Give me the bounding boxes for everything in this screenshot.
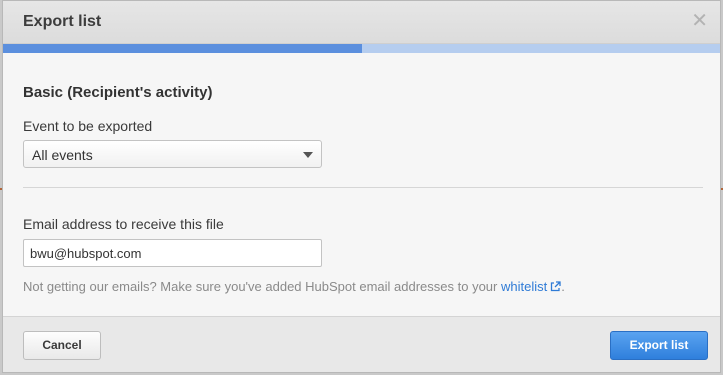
section-heading: Basic (Recipient's activity) xyxy=(23,84,213,101)
dialog-footer: Cancel Export list xyxy=(3,316,720,372)
progress-fill xyxy=(3,44,362,53)
chevron-down-icon xyxy=(303,152,313,158)
event-label: Event to be exported xyxy=(23,118,153,134)
divider xyxy=(23,187,703,188)
note-end: . xyxy=(561,279,565,294)
email-field[interactable] xyxy=(23,239,322,267)
external-link-icon xyxy=(550,280,561,295)
export-dialog: Export list ✕ Basic (Recipient's activit… xyxy=(2,0,721,373)
dialog-header: Export list ✕ xyxy=(3,1,720,44)
whitelist-link-label: whitelist xyxy=(500,279,548,294)
dialog-title: Export list xyxy=(23,13,102,30)
event-select-value: All events xyxy=(32,147,93,163)
note-text: Not getting our emails? Make sure you've… xyxy=(23,279,501,294)
export-list-button[interactable]: Export list xyxy=(610,331,708,360)
progress-bar xyxy=(3,44,720,53)
email-label: Email address to receive this file xyxy=(23,216,224,232)
whitelist-link[interactable]: whitelist xyxy=(501,279,561,294)
whitelist-note: Not getting our emails? Make sure you've… xyxy=(23,279,565,295)
close-icon[interactable]: ✕ xyxy=(691,11,708,31)
event-select[interactable]: All events xyxy=(23,140,322,168)
dialog-body: Basic (Recipient's activity) Event to be… xyxy=(3,53,720,316)
cancel-button[interactable]: Cancel xyxy=(23,331,101,360)
